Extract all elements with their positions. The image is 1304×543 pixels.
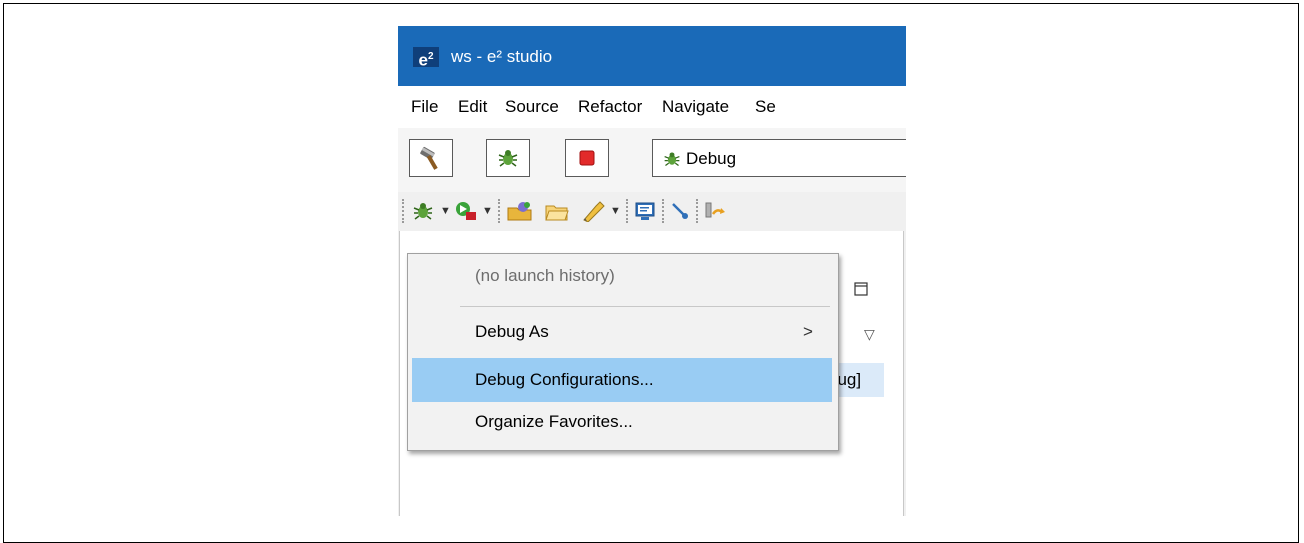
toolbar-separator [626,199,629,223]
link-icon [672,203,688,219]
menu-separator [460,306,830,307]
launch-configuration-label: Debug [686,149,737,168]
toolbar-separator [662,199,665,223]
menu-search[interactable]: Se [755,97,776,117]
menu-source[interactable]: Source [505,97,559,117]
chevron-down-icon[interactable]: ▼ [440,205,451,217]
bug-icon [664,152,680,167]
stop-icon [579,150,595,166]
menu-item-debug-as[interactable]: Debug As > [408,310,838,354]
open-folder-icon [545,205,569,221]
tool-dropdown-button[interactable]: ▼ [580,200,621,222]
app-logo: e2 [413,47,439,70]
open-folder-button[interactable] [544,200,570,222]
debug-icon [413,203,433,220]
maximize-icon[interactable] [853,281,869,297]
chevron-down-icon[interactable]: ▼ [610,205,621,217]
bug-icon [498,150,518,167]
build-button[interactable] [409,139,453,177]
main-toolbar: Debug [398,128,906,192]
menu-item-organize-favorites[interactable]: Organize Favorites... [408,400,838,444]
menu-item-debug-configurations[interactable]: Debug Configurations... [412,358,832,402]
menu-navigate[interactable]: Navigate [662,97,729,117]
window-title: ws - e² studio [451,47,553,66]
title-bar: e2 ws - e² studio [398,26,906,86]
secondary-toolbar: ▼ ▼ ▼ [398,192,906,230]
run-icon [456,202,476,220]
view-menu-icon[interactable]: ▽ [864,326,875,343]
toolbar-separator [402,199,405,223]
menu-item-label: Organize Favorites... [475,412,633,431]
menu-bar: File Edit Source Refactor Navigate Se [398,86,906,128]
link-button[interactable] [670,200,690,222]
menu-edit[interactable]: Edit [458,97,487,117]
overlay-button[interactable] [704,200,726,222]
menu-item-label: Debug As [475,322,549,341]
chevron-down-icon[interactable]: ▼ [482,205,493,217]
menu-refactor[interactable]: Refactor [578,97,642,117]
open-type-icon [507,202,532,221]
launch-configuration-combo[interactable]: Debug [652,139,906,177]
menu-item-no-launch-history: (no launch history) [408,254,838,298]
menu-item-label: Debug Configurations... [475,370,654,389]
stop-button[interactable] [565,139,609,177]
console-icon [635,202,655,220]
chevron-right-icon: > [803,322,813,341]
overlay-icon [705,202,725,218]
toolbar-separator [696,199,699,223]
tool-icon [583,201,605,222]
run-dropdown-button[interactable]: ▼ [454,200,493,222]
hammer-icon [420,146,438,170]
open-type-button[interactable] [506,200,534,222]
toolbar-separator [498,199,501,223]
debug-button[interactable] [486,139,530,177]
menu-file[interactable]: File [411,97,438,117]
debug-history-menu: (no launch history) Debug As > Debug Con… [407,253,839,451]
debug-dropdown-button[interactable]: ▼ [412,200,451,222]
console-button[interactable] [634,200,656,222]
menu-item-label: (no launch history) [475,266,615,285]
